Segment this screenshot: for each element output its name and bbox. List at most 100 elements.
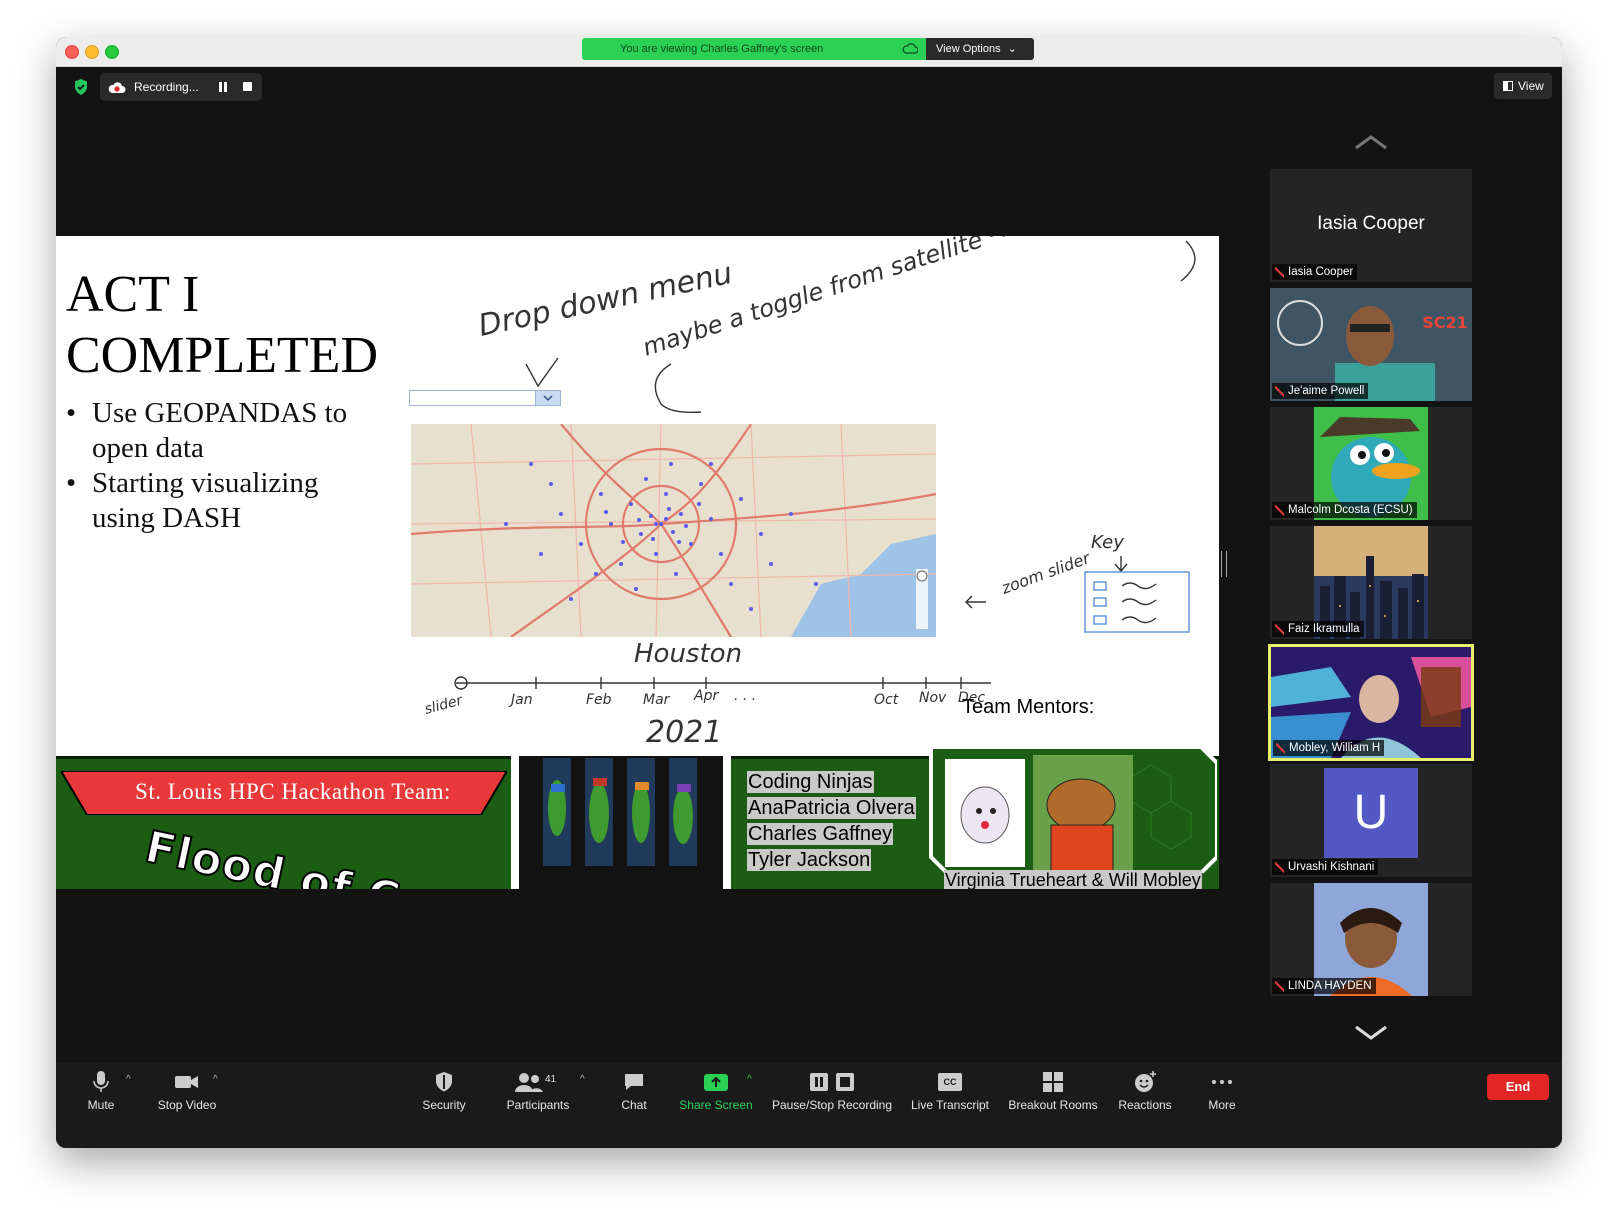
reactions-label: Reactions [1118,1098,1172,1112]
pause-stop-icon [810,1073,854,1091]
sketch-zoom-note: zoom slider [998,548,1094,598]
pause-recording-button[interactable] [218,82,228,92]
sketch-month: Jan [508,692,533,708]
team-member-list: Coding Ninjas AnaPatricia Olvera Charles… [747,769,916,873]
participants-button[interactable]: 41 Participants [502,1070,574,1112]
security-shield-icon [436,1072,452,1092]
participant-tile[interactable]: Faiz Ikramulla [1270,526,1472,639]
chevron-down-icon[interactable] [1353,1024,1389,1042]
slide-bullet: Use GEOPANDAS to open data [66,396,366,466]
participants-options-caret[interactable]: ^ [580,1074,585,1085]
shared-screen: ACT I COMPLETED Use GEOPANDAS to open da… [56,236,1219,889]
security-button[interactable]: Security [418,1070,470,1112]
sketch-slider-note: slider [423,692,465,718]
share-screen-icon [704,1074,728,1091]
video-camera-icon [175,1076,198,1088]
stop-video-button[interactable]: Stop Video [154,1070,220,1112]
participants-icon-group: 41 [513,1070,563,1094]
team-members-panel: Coding Ninjas AnaPatricia Olvera Charles… [731,745,1219,889]
more-button[interactable]: More [1204,1070,1240,1112]
zoom-window: You are viewing Charles Gaffney's screen… [56,37,1562,1148]
participant-tile[interactable]: U Urvashi Kishnani [1270,764,1472,877]
participant-name: Malcolm Dcosta (ECSU) [1272,502,1417,518]
view-options-label: View Options [936,43,1001,55]
participant-tile[interactable]: LINDA HAYDEN [1270,883,1472,996]
more-dots-icon [1212,1080,1232,1084]
slide-title: ACT I COMPLETED [66,264,406,386]
view-label: View [1518,79,1544,93]
video-options-caret[interactable]: ^ [213,1074,218,1085]
maximize-window-button[interactable] [105,45,119,59]
sketch-month: Oct [874,692,899,708]
stop-recording-button[interactable] [243,82,252,91]
sketch-month: Feb [586,692,612,708]
sketch-month: Mar [643,692,671,708]
shield-check-icon[interactable] [73,78,89,96]
svg-text:SC21: SC21 [1422,313,1468,332]
view-options-button[interactable]: View Options ⌄ [926,38,1034,60]
meeting-top-bar: Recording... View [56,67,1562,107]
team-banner-bar: St. Louis HPC Hackathon Team: Flood of C… [56,745,1219,889]
participant-tile[interactable]: Malcolm Dcosta (ECSU) [1270,407,1472,520]
slide-title-line2: COMPLETED [66,327,378,384]
share-screen-label: Share Screen [679,1098,753,1112]
team-name-logo: Flood of Code [140,821,499,889]
sketch-year-note: 2021 [646,715,722,750]
houston-map [411,424,936,637]
slide-title-line1: ACT I [66,266,200,323]
chat-bubble-icon [625,1074,643,1090]
viewing-screen-text: You are viewing Charles Gaffney's screen [620,43,824,55]
chat-label: Chat [621,1098,647,1112]
closed-caption-icon: CC [938,1073,962,1091]
share-options-caret[interactable]: ^ [747,1074,752,1085]
cloud-recording-icon [108,82,126,93]
sketch-city-note: Houston [634,639,742,669]
sketch-month: Apr [693,688,719,704]
slide-bullets: Use GEOPANDAS to open data Starting visu… [66,396,366,536]
title-bar: You are viewing Charles Gaffney's screen… [56,37,1562,67]
recording-indicator: Recording... [100,73,262,101]
pause-stop-label: Pause/Stop Recording [771,1098,893,1112]
view-button[interactable]: View [1494,73,1552,99]
slide-bullet: Starting visualizing using DASH [66,466,366,536]
participants-icon [515,1073,543,1092]
end-meeting-button[interactable]: End [1487,1074,1549,1100]
sketch-toggle-note: maybe a toggle from satellite → image vi… [639,236,1151,362]
team-banner-title: St. Louis HPC Hackathon Team: [135,779,451,804]
mentor-images [929,745,1217,873]
team-mentors-label: Team Mentors: [962,696,1095,718]
reactions-button[interactable]: Reactions [1116,1070,1174,1112]
sketch-key-note: Key [1091,532,1124,553]
team-member: Coding Ninjas [747,771,874,793]
team-banner: St. Louis HPC Hackathon Team: Flood of C… [56,756,511,889]
participant-name: Iasia Cooper [1272,264,1358,280]
minimize-window-button[interactable] [85,45,99,59]
more-label: More [1208,1098,1236,1112]
audio-options-caret[interactable]: ^ [126,1074,131,1085]
chevron-down-icon [535,391,560,405]
participants-label: Participants [506,1098,570,1112]
breakout-rooms-icon [1043,1072,1063,1092]
participant-name: Urvashi Kishnani [1272,859,1379,875]
pause-stop-recording-button[interactable]: Pause/Stop Recording [770,1070,894,1112]
share-screen-button[interactable]: Share Screen [678,1070,754,1112]
cloud-icon [902,43,918,54]
sketch-month: Nov [919,690,947,706]
live-transcript-label: Live Transcript [910,1098,990,1112]
breakout-rooms-button[interactable]: Breakout Rooms [1006,1070,1100,1112]
participant-tile[interactable]: Iasia Cooper Iasia Cooper [1270,169,1472,282]
participant-tile-active[interactable]: Mobley, William H [1268,644,1474,761]
participant-name: Mobley, William H [1273,740,1385,756]
participant-name: LINDA HAYDEN [1272,978,1376,994]
team-member: AnaPatricia Olvera [747,797,916,819]
participant-big-name: Iasia Cooper [1317,213,1425,234]
close-window-button[interactable] [65,45,79,59]
resize-handle[interactable] [1221,551,1227,577]
participant-tile[interactable]: SC21 Je'aime Powell [1270,288,1472,401]
microphone-icon [93,1071,109,1092]
live-transcript-button[interactable]: CC Live Transcript [908,1070,992,1112]
chat-button[interactable]: Chat [616,1070,652,1112]
participant-name: Faiz Ikramulla [1272,621,1364,637]
mute-button[interactable]: Mute [82,1070,120,1112]
participants-count: 41 [545,1074,557,1085]
